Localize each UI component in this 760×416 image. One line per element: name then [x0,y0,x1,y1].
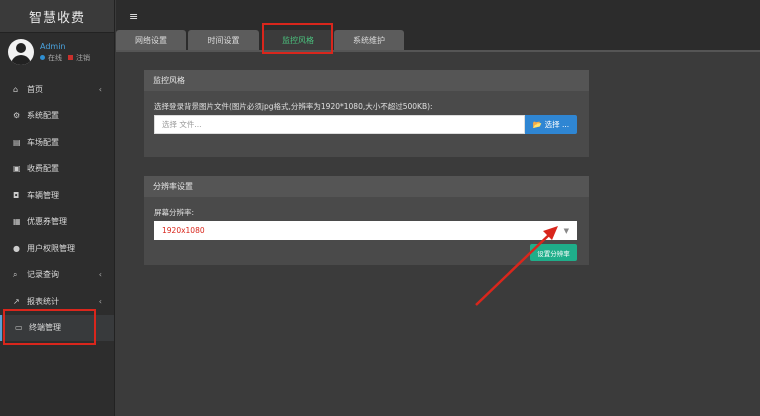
annotation-box-sidebar [3,309,96,345]
sidebar-item-label: 记录查询 [27,270,59,280]
sidebar-item-coupon[interactable]: ▦ 优惠券管理 [0,209,114,236]
sidebar-menu: ⌂ 首页 ‹ ⚙ 系统配置 ▤ 车场配置 ▣ 收费配置 ◘ 车辆管理 ▦ 优惠券… [0,76,114,341]
user-icon: ● [13,243,20,253]
sidebar-item-label: 报表统计 [27,296,59,306]
logout-link[interactable]: 注销 [76,53,90,63]
cogs-icon: ⚙ [13,111,21,121]
choose-file-button[interactable]: 📂 选择 ... [525,115,577,134]
chevron-left-icon: ‹ [98,270,102,280]
user-name: Admin [40,41,66,51]
resolution-selected-value: 1920x1080 [162,226,205,235]
tab-time-settings[interactable]: 时间设置 [188,30,259,50]
monitor-style-panel: 监控风格 选择登录背景图片文件(图片必须jpg格式,分辨率为1920*1080,… [144,70,589,157]
online-status-icon [40,55,45,60]
tab-network-settings[interactable]: 网络设置 [116,30,186,50]
sidebar-item-label: 优惠券管理 [27,217,67,227]
logout-icon[interactable] [68,55,73,60]
sidebar-item-home[interactable]: ⌂ 首页 ‹ [0,76,114,103]
car-icon: ◘ [13,190,20,200]
chevron-down-icon: ▼ [563,227,569,235]
home-icon: ⌂ [13,84,19,94]
set-resolution-button[interactable]: 设置分辨率 [530,244,577,261]
sidebar-item-vehicle[interactable]: ◘ 车辆管理 [0,182,114,209]
sidebar-item-user-permission[interactable]: ● 用户权限管理 [0,235,114,262]
sidebar-item-label: 用户权限管理 [27,243,75,253]
sidebar-item-label: 首页 [27,84,43,94]
search-icon: ⌕ [13,269,18,279]
chart-icon: ↗ [13,296,20,306]
screen-resolution-label: 屏幕分辨率: [154,208,195,217]
resolution-select[interactable]: 1920x1080 ▼ [154,221,577,240]
top-bar: ≡ [116,0,760,33]
tab-bar: 网络设置 时间设置 监控风格 系统维护 [116,30,760,50]
tab-divider [116,50,760,52]
resolution-panel: 分辨率设置 屏幕分辨率: 1920x1080 ▼ 设置分辨率 [144,176,589,265]
panel-title: 分辨率设置 [144,176,589,197]
calendar-icon: ▦ [13,217,21,227]
sidebar-item-parking-config[interactable]: ▤ 车场配置 [0,129,114,156]
sidebar-item-label: 收费配置 [27,164,59,174]
chevron-left-icon: ‹ [98,84,102,94]
avatar [8,39,34,65]
file-icon: ▤ [13,137,21,147]
chevron-left-icon: ‹ [98,296,102,306]
money-icon: ▣ [13,164,21,174]
sidebar-item-records[interactable]: ⌕ 记录查询 ‹ [0,262,114,289]
annotation-box-tab [262,23,333,54]
app-title: 智慧收费 [0,0,114,33]
sidebar-item-label: 车辆管理 [27,190,59,200]
file-input[interactable]: 选择 文件... [154,115,525,134]
file-label: 选择登录背景图片文件(图片必须jpg格式,分辨率为1920*1080,大小不超过… [154,102,433,111]
sidebar-item-label: 系统配置 [27,111,59,121]
menu-toggle-icon[interactable]: ≡ [129,10,138,23]
sidebar-item-label: 车场配置 [27,137,59,147]
sidebar: 智慧收费 Admin 在线 注销 ⌂ 首页 ‹ ⚙ 系统配置 ▤ 车场配置 ▣ [0,0,115,416]
sidebar-item-fee-config[interactable]: ▣ 收费配置 [0,156,114,183]
tab-system-maintenance[interactable]: 系统维护 [334,30,404,50]
online-status-text: 在线 [48,53,62,62]
panel-title: 监控风格 [144,70,589,91]
user-panel: Admin 在线 注销 [0,33,114,71]
sidebar-item-system-config[interactable]: ⚙ 系统配置 [0,103,114,130]
